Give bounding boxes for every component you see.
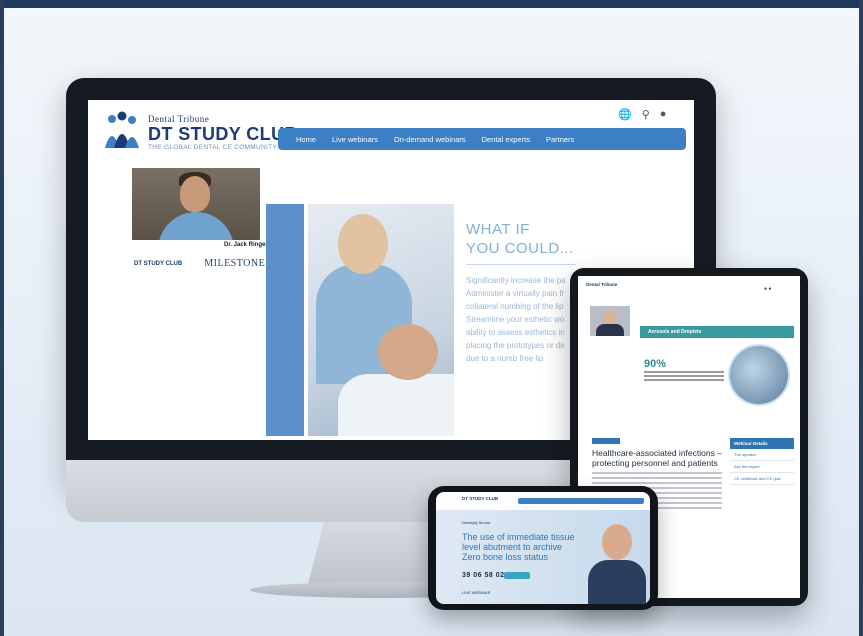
hero-headline-line1: WHAT IF [466,221,530,238]
nav-item-dental-experts[interactable]: Dental experts [482,135,530,144]
globe-icon[interactable]: 🌐 [618,108,632,121]
phone-speaker-body [588,560,646,604]
nav-item-live-webinars[interactable]: Live webinars [332,135,378,144]
tablet-circle-image [728,344,790,406]
dt-mini-logo: DT STUDY CLUB [134,260,183,267]
milestone-logo: MILESTONE [204,258,266,269]
tablet-title: Healthcare-associated infections – prote… [592,448,722,468]
tablet-banner: Aerosols and Droplets [640,326,794,338]
webinar-details-item[interactable]: Ask the expert [730,461,794,473]
tablet-stat: 90% [644,358,667,370]
list-item: Administer a virtually pain fr [466,289,565,298]
tablet-speaker-photo [590,306,630,336]
sponsor-logos: DT STUDY CLUB MILESTONE [134,258,265,269]
nav-item-partners[interactable]: Partners [546,135,574,144]
webinar-details-panel: Webinar Details The speaker Ask the expe… [730,438,794,485]
phone-screen: DT STUDY CLUB Dentsply Sirona The use of… [436,492,650,604]
hero-headline: WHAT IF YOU COULD... [466,220,574,258]
list-item: Significantly increase the pa [466,276,566,285]
phone-speaker-head [602,524,632,560]
main-nav: Home Live webinars On-demand webinars De… [278,128,686,150]
phone-nav[interactable] [518,498,644,504]
phone-footer-label: LIVE WEBINAR [462,590,491,595]
top-border [0,0,863,8]
search-icon[interactable]: ⚲ [642,108,650,121]
speaker-name: Dr. Jack Ringer [224,242,268,248]
list-item: Streamline your esthetic wo [466,315,565,324]
tablet-speaker-body [596,324,624,336]
webinar-details-item[interactable]: CE certificate and CE quiz [730,473,794,485]
brand-small: Dental Tribune [148,114,210,124]
webinar-details-header: Webinar Details [730,438,794,449]
tablet-stat-desc [644,371,724,385]
brand-tagline: THE GLOBAL DENTAL CE COMMUNITY [148,144,278,151]
nav-item-on-demand[interactable]: On-demand webinars [394,135,466,144]
register-button[interactable] [504,572,530,579]
list-item: placing the prototypes or de [466,341,565,350]
dt-logo-icon [105,111,139,148]
speaker-head [180,176,210,212]
user-icon[interactable]: ● [660,108,667,121]
list-item: collateral numbing of the lip [466,302,564,311]
tablet-tag [592,438,620,444]
header-icons: 🌐 ⚲ ● [618,108,666,121]
benefit-list: Significantly increase the pa Administer… [466,276,576,367]
speaker-body [158,212,234,240]
tablet-brand: Dental Tribune [586,282,618,287]
phone-countdown: 39 06 58 02 [462,572,505,579]
brand-title: DT STUDY CLUB [148,124,298,144]
phone-headline: The use of immediate tissue level abutme… [462,532,575,562]
list-item: due to a numb free lip [466,354,544,363]
phone-sponsor: Dentsply Sirona [462,520,491,525]
webinar-details-item[interactable]: The speaker [730,449,794,461]
dentist-photo [308,204,454,436]
hero-headline-line2: YOU COULD... [466,240,574,257]
speaker-video[interactable] [132,168,260,240]
left-border [0,0,4,636]
divider [466,264,576,265]
dentist-head [338,214,388,274]
right-border [859,0,863,636]
tablet-header-icons: ● ● [764,286,772,292]
dental-chair [338,374,454,436]
patient-head [378,324,438,380]
list-item: ability to assess esthetics in [466,328,565,337]
accent-bar [266,204,304,436]
phone-speaker-photo [588,520,646,604]
phone-brand: DT STUDY CLUB [462,496,499,501]
nav-item-home[interactable]: Home [296,135,316,144]
